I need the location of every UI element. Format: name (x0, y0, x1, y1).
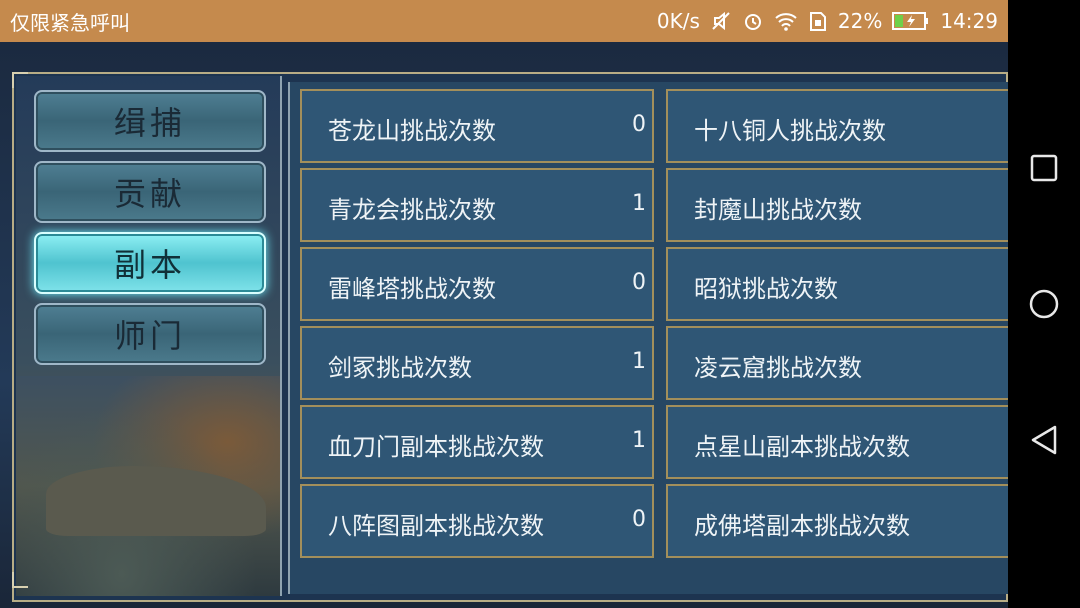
battery-charging-icon (892, 11, 930, 31)
status-right: 0K/s 22% 14:29 (657, 9, 998, 33)
stat-cell-xuedaomen: 血刀门副本挑战次数 1 (300, 405, 654, 479)
category-sidebar: 缉捕 贡献 副本 师门 (16, 76, 282, 596)
stat-label: 血刀门副本挑战次数 (328, 433, 544, 461)
recents-icon[interactable] (1026, 150, 1062, 186)
tab-label: 贡献 (113, 175, 186, 213)
stat-cell-leifengta: 雷峰塔挑战次数 0 (300, 247, 654, 321)
battery-percent: 22% (837, 9, 883, 33)
stat-label: 十八铜人挑战次数 (694, 117, 886, 145)
stat-cell-qinglonghui: 青龙会挑战次数 1 (300, 168, 654, 242)
stat-cell-canglongshan: 苍龙山挑战次数 0 (300, 89, 654, 163)
stat-label: 封魔山挑战次数 (694, 196, 862, 224)
stat-cell-zhaoyu: 昭狱挑战次数 1 (666, 247, 1008, 321)
stat-label: 苍龙山挑战次数 (328, 117, 496, 145)
stat-value: 1 (632, 191, 646, 216)
stat-cell-shiba-tongren: 十八铜人挑战次数 0 (666, 89, 1008, 163)
back-icon[interactable] (1026, 422, 1062, 458)
stat-cell-lingyunku: 凌云窟挑战次数 1 (666, 326, 1008, 400)
stat-label: 雷峰塔挑战次数 (328, 275, 496, 303)
alarm-icon (742, 10, 764, 32)
net-speed: 0K/s (656, 9, 700, 33)
wifi-icon (774, 10, 798, 32)
tab-label: 师门 (113, 317, 186, 355)
tab-jibu[interactable]: 缉捕 (34, 90, 266, 152)
stat-cell-chengfota: 成佛塔副本挑战次数 0 (666, 484, 1008, 558)
stat-label: 凌云窟挑战次数 (694, 354, 862, 382)
tab-label: 副本 (113, 246, 186, 284)
status-left-text: 仅限紧急呼叫 (10, 10, 130, 35)
stat-value: 0 (632, 112, 646, 137)
stat-label: 昭狱挑战次数 (694, 275, 838, 303)
game-screen: 缉捕 贡献 副本 师门 苍龙山挑战次数 0 十八铜人挑战次数 0 青龙会挑战次数… (0, 42, 1008, 608)
stat-cell-bazhentu: 八阵图副本挑战次数 0 (300, 484, 654, 558)
stat-value: 0 (632, 507, 646, 532)
frame-corner (12, 572, 28, 588)
stat-cell-dianxingshan: 点星山副本挑战次数 0 (666, 405, 1008, 479)
frame-corner (12, 72, 28, 88)
stat-label: 剑冢挑战次数 (328, 354, 472, 382)
stat-label: 成佛塔副本挑战次数 (694, 512, 910, 540)
sim-icon (808, 10, 828, 32)
clock: 14:29 (940, 9, 998, 33)
stat-cell-jianzhong: 剑冢挑战次数 1 (300, 326, 654, 400)
tab-fuben[interactable]: 副本 (34, 232, 266, 294)
stat-value: 1 (632, 428, 646, 453)
mute-icon (710, 10, 732, 32)
stat-value: 1 (632, 349, 646, 374)
stat-label: 点星山副本挑战次数 (694, 433, 910, 461)
home-icon[interactable] (1026, 286, 1062, 322)
navigation-bar (1008, 0, 1080, 608)
stat-label: 青龙会挑战次数 (328, 196, 496, 224)
status-bar: 仅限紧急呼叫 0K/s 22% 14:29 (0, 0, 1008, 42)
tab-gongxian[interactable]: 贡献 (34, 161, 266, 223)
stat-cell-fengmoshan: 封魔山挑战次数 0 (666, 168, 1008, 242)
stat-label: 八阵图副本挑战次数 (328, 512, 544, 540)
tab-shimen[interactable]: 师门 (34, 303, 266, 365)
challenge-count-list: 苍龙山挑战次数 0 十八铜人挑战次数 0 青龙会挑战次数 1 封魔山挑战次数 0… (288, 82, 1008, 594)
stat-value: 0 (632, 270, 646, 295)
tab-label: 缉捕 (113, 104, 186, 142)
